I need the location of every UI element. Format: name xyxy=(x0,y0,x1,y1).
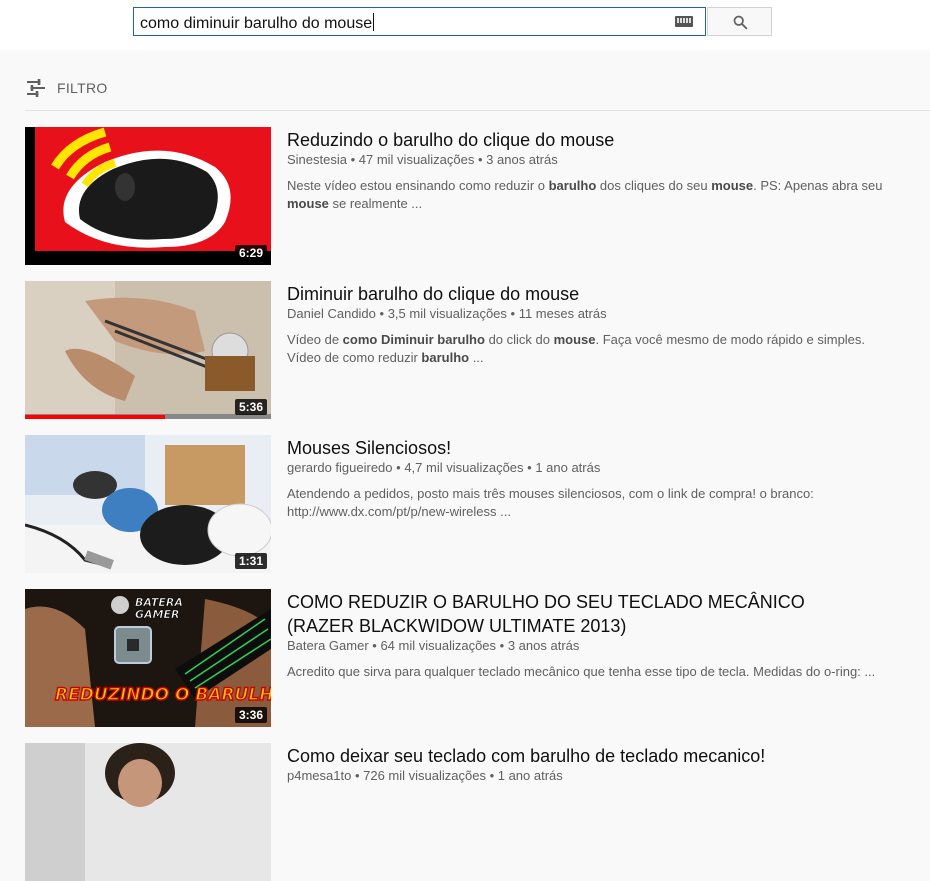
video-result: BATERA GAMER REDUZINDO O BARULHO 3:36 CO… xyxy=(25,589,930,727)
description-segment: barulho xyxy=(548,178,597,193)
video-result: 5:36 Diminuir barulho do clique do mouse… xyxy=(25,281,930,419)
video-thumbnail[interactable] xyxy=(25,743,271,881)
video-duration: 1:31 xyxy=(234,553,267,569)
search-input[interactable]: como diminuir barulho do mouse xyxy=(133,7,706,36)
top-bar: como diminuir barulho do mouse xyxy=(0,0,930,50)
thumbnail-image-hands xyxy=(25,281,271,419)
thumbnail-image-keyboard: BATERA GAMER REDUZINDO O BARULHO xyxy=(25,589,271,727)
description-segment: barulho xyxy=(421,350,470,365)
keyboard-icon[interactable] xyxy=(675,16,693,27)
svg-text:REDUZINDO O BARULHO: REDUZINDO O BARULHO xyxy=(55,685,271,705)
video-meta: Daniel Candido • 3,5 mil visualizações •… xyxy=(287,306,607,321)
video-result: 1:31 Mouses Silenciosos! gerardo figueir… xyxy=(25,435,930,573)
description-segment: ... xyxy=(469,350,484,365)
video-thumbnail[interactable]: 5:36 xyxy=(25,281,271,419)
video-description: Neste vídeo estou ensinando como reduzir… xyxy=(287,177,897,213)
divider xyxy=(25,110,930,111)
video-thumbnail[interactable]: 1:31 xyxy=(25,435,271,573)
description-segment: mouse xyxy=(287,196,329,211)
thumbnail-image-person xyxy=(25,743,271,881)
channel-name[interactable]: Batera Gamer xyxy=(287,638,369,653)
view-count: 4,7 mil visualizações xyxy=(404,460,524,475)
description-segment: como Diminuir barulho xyxy=(342,332,485,347)
upload-age: 3 anos atrás xyxy=(486,152,558,167)
upload-age: 1 ano atrás xyxy=(535,460,601,475)
svg-text:GAMER: GAMER xyxy=(135,608,179,621)
watch-progress-bar xyxy=(25,415,166,419)
filter-label: FILTRO xyxy=(57,80,108,96)
description-segment: Vídeo de xyxy=(287,332,343,347)
video-description: Acredito que sirva para qualquer teclado… xyxy=(287,663,897,681)
description-segment: Neste vídeo estou ensinando como reduzir… xyxy=(287,178,549,193)
upload-age: 3 anos atrás xyxy=(507,638,580,653)
video-duration: 6:29 xyxy=(234,245,267,261)
video-title[interactable]: Reduzindo o barulho do clique do mouse xyxy=(287,128,847,152)
description-segment: Atendendo a pedidos, posto mais três mou… xyxy=(287,486,814,519)
channel-name[interactable]: p4mesa1to xyxy=(287,768,351,783)
video-description: Vídeo de como Diminuir barulho do click … xyxy=(287,331,897,367)
video-meta: gerardo figueiredo • 4,7 mil visualizaçõ… xyxy=(287,460,601,475)
upload-age: 11 meses atrás xyxy=(518,306,607,321)
video-title[interactable]: COMO REDUZIR O BARULHO DO SEU TECLADO ME… xyxy=(287,590,847,638)
thumbnail-image-mouse xyxy=(25,127,271,265)
search-icon xyxy=(733,15,748,30)
video-description: Atendendo a pedidos, posto mais três mou… xyxy=(287,485,897,521)
channel-name[interactable]: Daniel Candido xyxy=(287,306,376,321)
video-thumbnail[interactable]: 6:29 xyxy=(25,127,271,265)
video-duration: 3:36 xyxy=(234,707,267,723)
view-count: 47 mil visualizações xyxy=(358,152,475,167)
video-result: Como deixar seu teclado com barulho de t… xyxy=(25,743,930,881)
view-count: 3,5 mil visualizações xyxy=(387,306,507,321)
description-segment: dos cliques do seu xyxy=(596,178,712,193)
upload-age: 1 ano atrás xyxy=(497,768,563,783)
thumbnail-image-mice xyxy=(25,435,271,573)
search-button[interactable] xyxy=(707,7,772,36)
video-title[interactable]: Como deixar seu teclado com barulho de t… xyxy=(287,744,847,768)
description-segment: Acredito que sirva para qualquer teclado… xyxy=(287,664,876,679)
video-meta: Batera Gamer • 64 mil visualizações • 3 … xyxy=(287,638,580,653)
view-count: 64 mil visualizações xyxy=(380,638,497,653)
description-segment: se realmente ... xyxy=(328,196,423,211)
description-segment: mouse xyxy=(711,178,754,193)
text-caret xyxy=(373,13,375,31)
view-count: 726 mil visualizações xyxy=(363,768,486,783)
channel-name[interactable]: Sinestesia xyxy=(287,152,347,167)
description-segment: do click do xyxy=(484,332,554,347)
video-meta: p4mesa1to • 726 mil visualizações • 1 an… xyxy=(287,768,563,783)
filter-icon xyxy=(27,79,45,97)
video-result: 6:29 Reduzindo o barulho do clique do mo… xyxy=(25,127,930,265)
description-segment: mouse xyxy=(553,332,596,347)
description-segment: . PS: Apenas abra seu xyxy=(753,178,883,193)
search-query[interactable]: como diminuir barulho do mouse xyxy=(140,13,375,33)
channel-name[interactable]: gerardo figueiredo xyxy=(287,460,393,475)
video-title[interactable]: Diminuir barulho do clique do mouse xyxy=(287,282,847,306)
video-title[interactable]: Mouses Silenciosos! xyxy=(287,436,847,460)
video-meta: Sinestesia • 47 mil visualizações • 3 an… xyxy=(287,152,558,167)
video-thumbnail[interactable]: BATERA GAMER REDUZINDO O BARULHO 3:36 xyxy=(25,589,271,727)
video-duration: 5:36 xyxy=(234,399,267,415)
